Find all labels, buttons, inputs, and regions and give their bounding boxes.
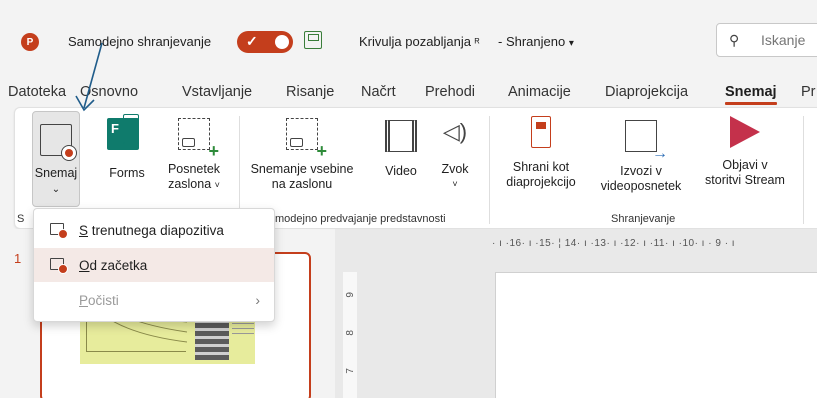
screenshot-icon: + [178,118,219,160]
ruler-tick-7: 7 [345,368,356,374]
chevron-down-icon: ⌄ [51,184,61,195]
slide-canvas[interactable] [495,272,817,398]
access-key: O [79,257,90,273]
camera-icon [290,138,303,147]
tab-prehodi[interactable]: Prehodi [425,84,475,100]
menu-item-text: d začetka [89,257,148,273]
autosave-toggle[interactable]: ✓ [237,31,293,53]
tab-animacije[interactable]: Animacije [508,84,571,100]
video-label: Video [385,164,417,178]
snemaj-button[interactable]: Snemaj ⌄ [32,111,80,207]
zaslona-text: zaslona [168,177,212,191]
stream-icon [729,114,761,148]
menu-item-from-current-slide[interactable]: S trenutnega diapozitiva [34,213,274,247]
tab-nacrt[interactable]: Načrt [361,84,396,100]
export-video-icon [625,120,668,161]
forms-icon [107,114,139,150]
menu-item-label: S trenutnega diapozitiva [79,223,224,238]
chevron-down-icon: ˅ [214,180,220,190]
audio-button[interactable]: ◁) Zvok ˅ [435,114,475,192]
tab-overflow[interactable]: Pr [801,84,816,100]
shrani-kot-label: Shrani kot [512,160,570,174]
tab-snemaj[interactable]: Snemaj [725,84,777,105]
save-as-slideshow-button[interactable]: Shrani kot diaprojekcijo [493,114,589,190]
menu-item-text: trenutnega diapozitiva [88,222,224,238]
tab-risanje[interactable]: Risanje [286,84,334,100]
diaprojekcijo-label: diaprojekcijo [506,175,576,189]
snemaj-dropdown-menu: S trenutnega diapozitiva Od začetka Poči… [33,208,275,322]
record-screen-icon [40,124,77,161]
speaker-icon: ◁) [442,119,468,144]
vertical-ruler: 9 8 7 [343,272,357,398]
chevron-down-icon: ▾ [568,38,574,49]
posnetek-label: Posnetek [167,162,221,176]
autosave-label: Samodejno shranjevanje [68,34,212,49]
document-status[interactable]: - Shranjeno ▾ [498,34,574,49]
zaslona-label: zaslona ˅ [168,177,220,193]
export-video-button[interactable]: Izvozi v videoposnetek [593,114,689,194]
ribbon-separator [489,116,490,224]
chevron-down-icon: ˅ [452,179,458,189]
screen-recording-button[interactable]: + Snemanje vsebine na zaslonu [247,114,357,192]
search-box[interactable]: ⚲ [716,23,817,57]
snemaj-label: Snemaj [34,166,78,180]
forms-label: Forms [109,166,145,180]
share-person-icon: ᴿ [474,37,480,49]
check-icon: ✓ [246,33,258,49]
tab-diaprojekcija[interactable]: Diaprojekcija [605,84,688,100]
horizontal-ruler: · ı ·16· ı ·15· ¦ 14· ı ·13· ı ·12· ı ·1… [492,238,736,249]
record-from-beginning-icon [50,258,68,274]
search-input[interactable] [761,32,817,48]
toggle-knob [275,35,289,49]
access-key: S [79,222,89,238]
slide-number: 1 [14,251,22,266]
menu-item-text: očisti [88,292,119,308]
na-zaslonu-label: na zaslonu [271,177,333,191]
videoposnetek-label: videoposnetek [600,179,682,193]
document-title[interactable]: Krivulja pozabljanja ᴿ [359,34,480,49]
title-bar: P Samodejno shranjevanje ✓ Krivulja poza… [0,0,817,72]
tab-datoteka[interactable]: Datoteka [8,84,66,100]
save-slideshow-icon [531,116,551,148]
snemanje-vsebine-label: Snemanje vsebine [250,162,354,176]
publish-stream-button[interactable]: Objavi v storitvi Stream [695,114,795,188]
search-icon: ⚲ [729,32,740,48]
izvozi-v-label: Izvozi v [620,164,662,178]
screenshot-button[interactable]: + Posnetek zaslona ˅ [159,114,229,193]
tab-osnovno[interactable]: Osnovno [80,84,138,100]
video-button[interactable]: Video [379,114,423,179]
camera-icon [182,138,195,147]
chevron-right-icon: › [255,292,260,308]
access-key: P [79,292,89,308]
document-status-text: - Shranjeno [498,34,566,49]
group-label-record: S [17,213,25,225]
ruler-tick-8: 8 [345,330,356,336]
group-label-save: Shranjevanje [611,213,676,225]
menu-item-label: Počisti [79,293,119,308]
tab-vstavljanje[interactable]: Vstavljanje [182,84,252,100]
film-icon [385,120,417,152]
powerpoint-app-icon: P [21,33,39,51]
ribbon-tabs: Datoteka Osnovno Vstavljanje Risanje Nač… [0,78,817,106]
menu-item-label: Od začetka [79,258,147,273]
zvok-label: Zvok [441,162,469,176]
menu-item-clear[interactable]: Počisti › [34,283,274,317]
menu-item-from-beginning[interactable]: Od začetka [34,248,274,282]
save-icon[interactable] [304,31,322,49]
storitvi-stream-label: storitvi Stream [705,173,785,187]
group-label-autoplay: modejno predvajanje predstavnosti [275,213,446,225]
screen-recording-icon: + [286,118,327,160]
forms-button[interactable]: Forms [107,114,147,181]
ribbon-separator [803,116,804,224]
record-from-current-icon [50,223,68,239]
objavi-v-label: Objavi v [722,158,768,172]
ruler-tick-9: 9 [345,292,356,298]
document-title-text: Krivulja pozabljanja [359,34,472,49]
